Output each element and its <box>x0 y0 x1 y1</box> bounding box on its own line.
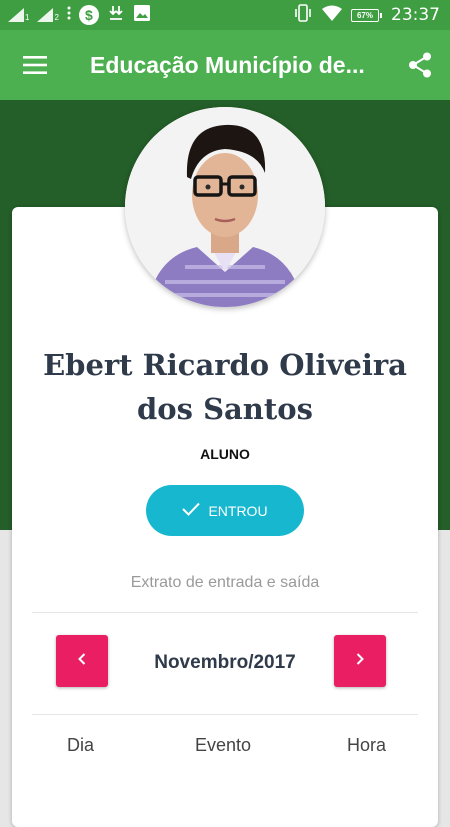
image-icon <box>133 4 151 27</box>
avatar <box>125 107 325 307</box>
role-label: ALUNO <box>200 446 250 462</box>
signal-icon: 2 <box>37 8 59 22</box>
next-month-button[interactable] <box>334 635 386 687</box>
status-button-label: ENTROU <box>208 502 268 519</box>
battery-percent: 67% <box>356 10 373 20</box>
previous-month-button[interactable] <box>56 635 108 687</box>
sim1-label: 1 <box>25 13 30 22</box>
status-bar-right: 67% 23:37 <box>293 3 440 27</box>
check-icon <box>182 502 201 519</box>
column-header-event: Evento <box>195 735 252 755</box>
hamburger-menu-icon[interactable] <box>0 30 70 100</box>
divider <box>32 612 418 613</box>
share-icon[interactable] <box>390 30 450 100</box>
wifi-icon <box>321 5 343 26</box>
column-header-day: Dia <box>67 735 95 755</box>
entry-status-button[interactable]: ENTROU <box>146 485 304 536</box>
clock-time: 23:37 <box>391 5 440 25</box>
vibrate-icon <box>293 3 313 27</box>
dollar-icon: $ <box>78 5 99 25</box>
column-header-time: Hora <box>347 735 387 755</box>
student-photo <box>125 107 325 307</box>
extract-caption: Extrato de entrada e saída <box>130 574 320 591</box>
more-icon <box>67 6 71 25</box>
chevron-right-icon <box>355 652 365 671</box>
status-bar-left: 1 2 $ <box>8 4 151 27</box>
app-bar: Educação Município de... <box>0 30 450 100</box>
status-bar: 1 2 $ 67% 23:37 <box>0 0 450 30</box>
app-title: Educação Município de... <box>90 51 365 78</box>
chevron-left-icon <box>77 652 87 671</box>
battery-icon: 67% <box>351 8 382 22</box>
download-icon <box>107 4 125 27</box>
student-name: Ebert Ricardo Oliveira dos Santos <box>43 348 407 426</box>
sim2-label: 2 <box>54 13 59 22</box>
divider <box>32 714 418 715</box>
signal-icon: 1 <box>8 8 29 22</box>
month-label: Novembro/2017 <box>154 652 296 673</box>
